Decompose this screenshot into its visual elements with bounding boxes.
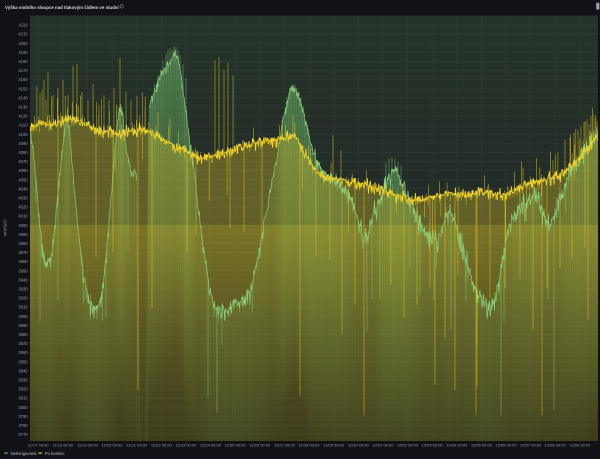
svg-text:4000: 4000 (18, 223, 28, 228)
svg-text:11/22 00:00: 11/22 00:00 (151, 443, 173, 448)
svg-text:12/05 00:00: 12/05 00:00 (471, 443, 493, 448)
svg-text:Po korekci: Po korekci (45, 451, 65, 456)
svg-text:11/27 00:00: 11/27 00:00 (274, 443, 296, 448)
svg-text:11/26 00:00: 11/26 00:00 (249, 443, 271, 448)
svg-text:4030: 4030 (18, 196, 28, 201)
svg-text:4090: 4090 (18, 141, 28, 146)
svg-text:12/08 00:00: 12/08 00:00 (545, 443, 567, 448)
svg-text:3830: 3830 (18, 378, 28, 383)
svg-text:4180: 4180 (18, 59, 28, 64)
svg-text:4070: 4070 (18, 159, 28, 164)
svg-text:4110: 4110 (19, 123, 29, 128)
svg-text:3820: 3820 (18, 387, 28, 392)
svg-text:4130: 4130 (18, 105, 28, 110)
svg-text:3900: 3900 (18, 314, 28, 319)
svg-text:11/20 00:00: 11/20 00:00 (102, 443, 124, 448)
svg-text:12/07 00:00: 12/07 00:00 (520, 443, 542, 448)
svg-text:12/06 00:00: 12/06 00:00 (495, 443, 517, 448)
svg-text:11/25 00:00: 11/25 00:00 (225, 443, 247, 448)
svg-text:11/18 00:00: 11/18 00:00 (52, 443, 74, 448)
svg-text:12/03 00:00: 12/03 00:00 (422, 443, 444, 448)
svg-text:11/29 00:00: 11/29 00:00 (323, 443, 345, 448)
svg-text:12/02 00:00: 12/02 00:00 (397, 443, 419, 448)
svg-text:Výška vodního sloupce nad tlak: Výška vodního sloupce nad tlakovým čidle… (5, 5, 119, 10)
svg-text:3940: 3940 (18, 277, 28, 282)
svg-text:3990: 3990 (18, 232, 28, 237)
svg-text:4210: 4210 (18, 32, 28, 37)
svg-text:4020: 4020 (18, 205, 28, 210)
svg-text:3950: 3950 (18, 268, 28, 273)
svg-text:3860: 3860 (18, 350, 28, 355)
svg-text:3970: 3970 (18, 250, 28, 255)
svg-text:11/28 00:00: 11/28 00:00 (299, 443, 321, 448)
svg-text:3910: 3910 (18, 305, 28, 310)
svg-text:12/04 00:00: 12/04 00:00 (446, 443, 468, 448)
svg-text:4170: 4170 (18, 68, 28, 73)
svg-text:3810: 3810 (18, 396, 28, 401)
svg-text:3780: 3780 (18, 423, 28, 428)
svg-text:4060: 4060 (18, 168, 28, 173)
svg-text:3790: 3790 (18, 414, 28, 419)
svg-text:4120: 4120 (18, 114, 28, 119)
svg-text:3890: 3890 (18, 323, 28, 328)
svg-text:4100: 4100 (18, 132, 28, 137)
svg-text:3920: 3920 (18, 296, 28, 301)
svg-text:3840: 3840 (18, 368, 28, 373)
svg-text:4160: 4160 (18, 77, 28, 82)
svg-text:3850: 3850 (18, 359, 28, 364)
svg-text:4150: 4150 (18, 86, 28, 91)
svg-text:12/01 00:00: 12/01 00:00 (372, 443, 394, 448)
svg-text:3800: 3800 (18, 405, 28, 410)
svg-text:3870: 3870 (18, 341, 28, 346)
svg-text:3960: 3960 (18, 259, 28, 264)
svg-text:4010: 4010 (18, 214, 28, 219)
svg-text:4220: 4220 (18, 23, 28, 28)
svg-text:11/23 00:00: 11/23 00:00 (175, 443, 197, 448)
svg-text:3980: 3980 (18, 241, 28, 246)
svg-text:4140: 4140 (18, 95, 28, 100)
svg-text:11/30 00:00: 11/30 00:00 (348, 443, 370, 448)
svg-text:12/09 00:00: 12/09 00:00 (569, 443, 591, 448)
svg-text:11/24 00:00: 11/24 00:00 (200, 443, 222, 448)
svg-text:3880: 3880 (18, 332, 28, 337)
svg-text:Nekorigovaná: Nekorigovaná (11, 451, 38, 456)
svg-text:4050: 4050 (18, 177, 28, 182)
svg-text:mmH2O: mmH2O (3, 219, 8, 237)
svg-text:4190: 4190 (18, 50, 28, 55)
svg-text:11/19 00:00: 11/19 00:00 (77, 443, 99, 448)
svg-text:4040: 4040 (18, 186, 28, 191)
svg-text:4200: 4200 (18, 41, 28, 46)
svg-text:3770: 3770 (18, 432, 28, 437)
svg-text:11/17 00:00: 11/17 00:00 (28, 443, 50, 448)
svg-text:4080: 4080 (18, 150, 28, 155)
svg-text:3930: 3930 (18, 287, 28, 292)
svg-text:11/21 00:00: 11/21 00:00 (126, 443, 148, 448)
